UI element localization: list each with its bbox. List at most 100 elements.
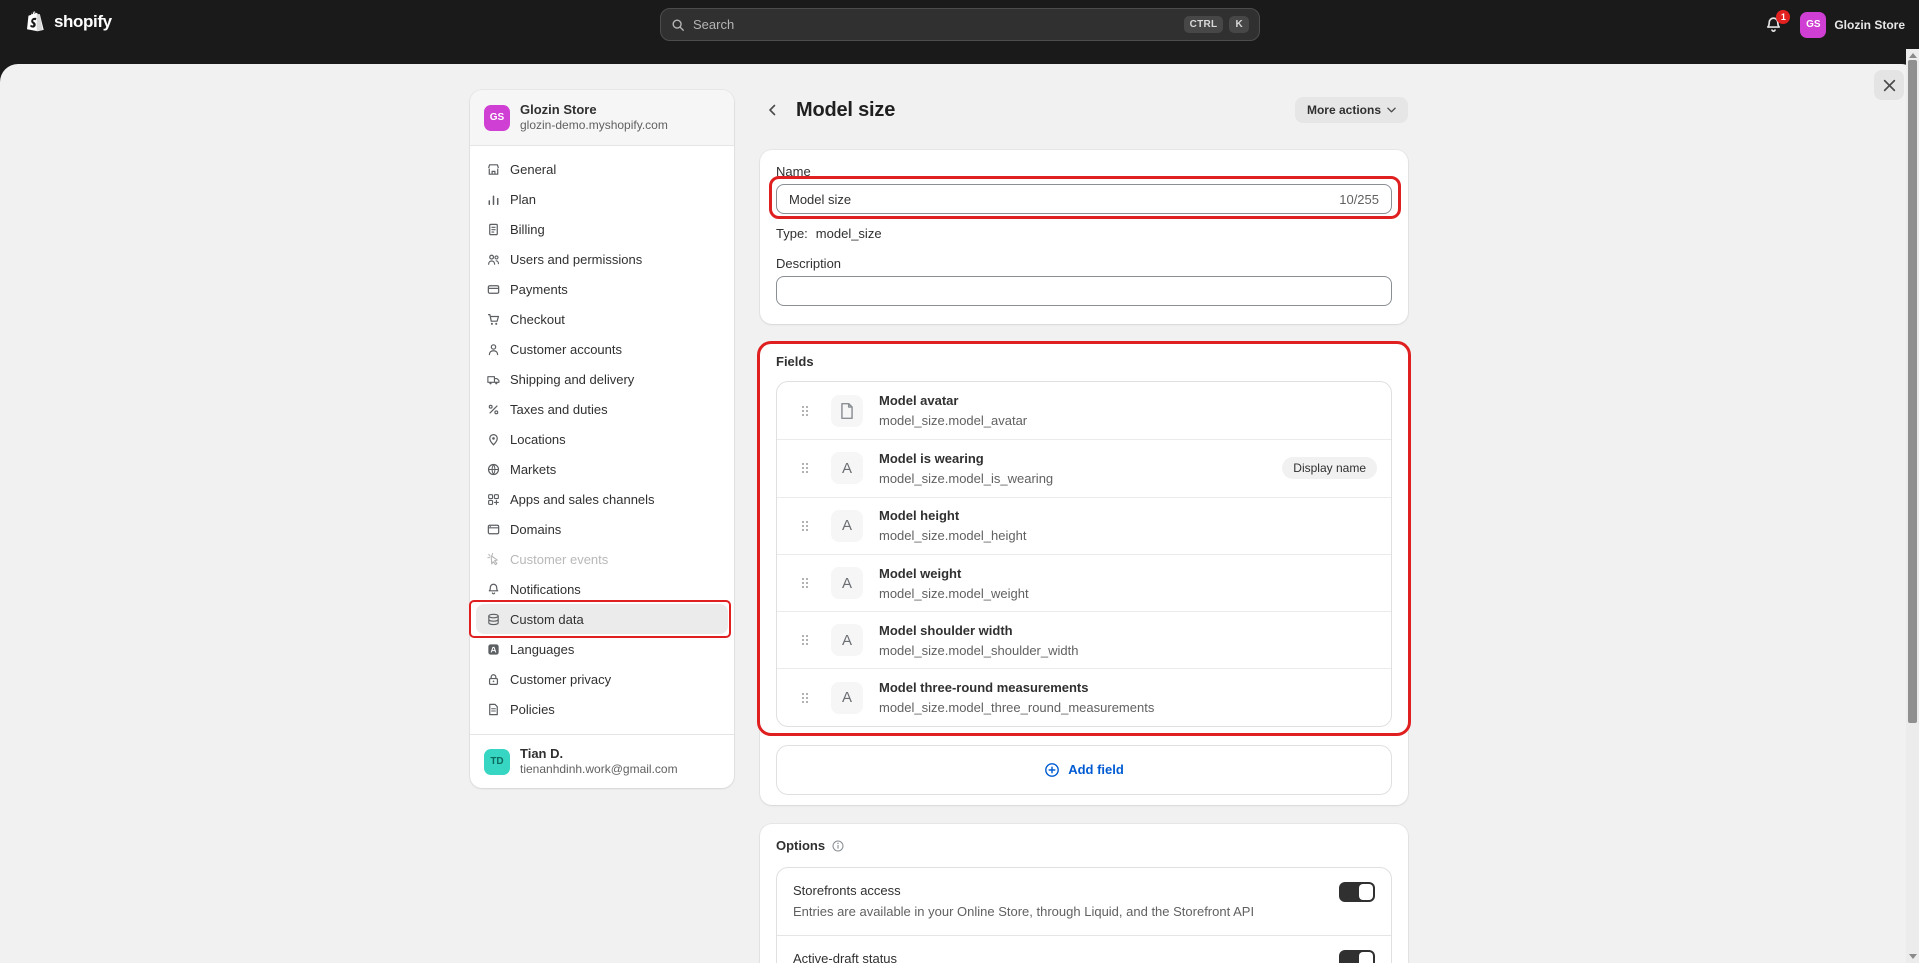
kbd-ctrl: CTRL — [1184, 16, 1224, 33]
drag-handle-icon[interactable] — [801, 634, 809, 646]
options-card: Options Storefronts access Entries are a… — [760, 824, 1408, 963]
field-key: model_size.model_height — [879, 528, 1026, 544]
search-input[interactable]: Search CTRL K — [660, 8, 1260, 41]
sidebar-item-taxes-and-duties[interactable]: Taxes and duties — [476, 394, 728, 424]
field-key: model_size.model_three_round_measurement… — [879, 700, 1154, 716]
back-button[interactable] — [760, 97, 786, 123]
scrollbar-thumb[interactable] — [1908, 60, 1917, 723]
field-row-model-is-wearing[interactable]: A Model is wearing model_size.model_is_w… — [777, 439, 1391, 496]
sidebar-item-label: Customer accounts — [510, 342, 622, 357]
sidebar-item-customer-accounts[interactable]: Customer accounts — [476, 334, 728, 364]
shopify-bag-icon — [26, 10, 47, 33]
truck-icon — [486, 372, 501, 387]
language-icon — [486, 642, 501, 657]
sidebar-item-label: Locations — [510, 432, 566, 447]
sidebar-item-customer-events: Customer events — [476, 544, 728, 574]
field-title: Model weight — [879, 566, 961, 581]
sidebar-item-label: Checkout — [510, 312, 565, 327]
field-row-model-shoulder-width[interactable]: A Model shoulder width model_size.model_… — [777, 611, 1391, 668]
option-title: Active-draft status — [793, 951, 1321, 963]
sidebar-item-users-and-permissions[interactable]: Users and permissions — [476, 244, 728, 274]
billing-icon — [486, 222, 501, 237]
option-row-active-draft-status: Active-draft status — [777, 935, 1391, 963]
sidebar-item-label: Policies — [510, 702, 555, 717]
sidebar-item-label: Taxes and duties — [510, 402, 608, 417]
sidebar-user-footer[interactable]: TD Tian D. tienanhdinh.work@gmail.com — [470, 734, 734, 788]
page-title: Model size — [796, 99, 895, 122]
sidebar-item-label: Customer privacy — [510, 672, 611, 687]
chevron-down-icon — [1387, 107, 1396, 113]
sidebar-item-apps-and-sales-channels[interactable]: Apps and sales channels — [476, 484, 728, 514]
close-icon — [1883, 79, 1896, 92]
notifications-button[interactable]: 1 — [1764, 15, 1784, 35]
sidebar-item-notifications[interactable]: Notifications — [476, 574, 728, 604]
drag-handle-icon[interactable] — [801, 577, 809, 589]
shopify-logo[interactable]: shopify — [26, 10, 112, 33]
sidebar-item-domains[interactable]: Domains — [476, 514, 728, 544]
field-row-model-weight[interactable]: A Model weight model_size.model_weight — [777, 554, 1391, 611]
sidebar-item-policies[interactable]: Policies — [476, 694, 728, 724]
option-row-storefronts-access: Storefronts access Entries are available… — [777, 868, 1391, 935]
sidebar-item-billing[interactable]: Billing — [476, 214, 728, 244]
text-field-icon: A — [831, 682, 863, 714]
sidebar-item-checkout[interactable]: Checkout — [476, 304, 728, 334]
sidebar-item-label: Shipping and delivery — [510, 372, 634, 387]
option-description: Entries are available in your Online Sto… — [793, 903, 1321, 920]
field-row-model-three-round-measurements[interactable]: A Model three-round measurements model_s… — [777, 668, 1391, 725]
sidebar-item-label: Markets — [510, 462, 556, 477]
drag-handle-icon[interactable] — [801, 462, 809, 474]
sidebar-item-general[interactable]: General — [476, 154, 728, 184]
close-button[interactable] — [1874, 70, 1904, 100]
sidebar-nav: General Plan Billing Users and permissio… — [470, 146, 734, 732]
info-icon — [831, 839, 845, 853]
name-input[interactable]: Model size 10/255 — [776, 184, 1392, 214]
field-row-model-avatar[interactable]: Model avatar model_size.model_avatar — [777, 382, 1391, 439]
more-actions-button[interactable]: More actions — [1295, 97, 1408, 123]
sidebar-item-label: Customer events — [510, 552, 608, 567]
name-char-counter: 10/255 — [1339, 192, 1379, 207]
sidebar-item-custom-data[interactable]: Custom data — [476, 604, 728, 634]
display-name-badge: Display name — [1282, 457, 1377, 479]
description-input[interactable] — [776, 276, 1392, 306]
option-title: Storefronts access — [793, 883, 1321, 899]
field-title: Model height — [879, 508, 959, 523]
field-title: Model three-round measurements — [879, 680, 1089, 695]
scroll-down-arrow[interactable] — [1909, 954, 1917, 959]
sidebar-item-label: Domains — [510, 522, 561, 537]
search-icon — [671, 18, 685, 32]
add-field-button[interactable]: Add field — [776, 745, 1392, 795]
drag-handle-icon[interactable] — [801, 520, 809, 532]
bell-icon — [486, 582, 501, 597]
kbd-k: K — [1229, 16, 1249, 33]
sidebar-item-label: Users and permissions — [510, 252, 642, 267]
scroll-up-arrow[interactable] — [1909, 53, 1917, 58]
drag-handle-icon[interactable] — [801, 692, 809, 704]
field-key: model_size.model_is_wearing — [879, 471, 1053, 487]
sidebar-item-languages[interactable]: Languages — [476, 634, 728, 664]
percent-icon — [486, 402, 501, 417]
payments-icon — [486, 282, 501, 297]
sidebar-item-label: Languages — [510, 642, 574, 657]
sidebar-item-label: Billing — [510, 222, 545, 237]
sidebar-item-payments[interactable]: Payments — [476, 274, 728, 304]
sidebar-item-markets[interactable]: Markets — [476, 454, 728, 484]
sidebar-item-label: Plan — [510, 192, 536, 207]
sidebar-item-shipping-and-delivery[interactable]: Shipping and delivery — [476, 364, 728, 394]
options-heading: Options — [776, 838, 825, 853]
sidebar-item-customer-privacy[interactable]: Customer privacy — [476, 664, 728, 694]
field-row-model-height[interactable]: A Model height model_size.model_height — [777, 497, 1391, 554]
fields-list: Model avatar model_size.model_avatar A M… — [776, 381, 1392, 727]
active-draft-status-toggle[interactable] — [1339, 950, 1375, 963]
sidebar-item-plan[interactable]: Plan — [476, 184, 728, 214]
plus-circle-icon — [1044, 762, 1060, 778]
field-key: model_size.model_avatar — [879, 413, 1027, 429]
page-header: Model size More actions — [760, 97, 1408, 123]
lock-icon — [486, 672, 501, 687]
text-field-icon: A — [831, 624, 863, 656]
page-scrollbar[interactable] — [1906, 49, 1919, 963]
sidebar-item-locations[interactable]: Locations — [476, 424, 728, 454]
drag-handle-icon[interactable] — [801, 405, 809, 417]
storefronts-access-toggle[interactable] — [1339, 882, 1375, 902]
account-menu-button[interactable]: GS Glozin Store — [1800, 12, 1905, 38]
text-field-icon: A — [831, 510, 863, 542]
